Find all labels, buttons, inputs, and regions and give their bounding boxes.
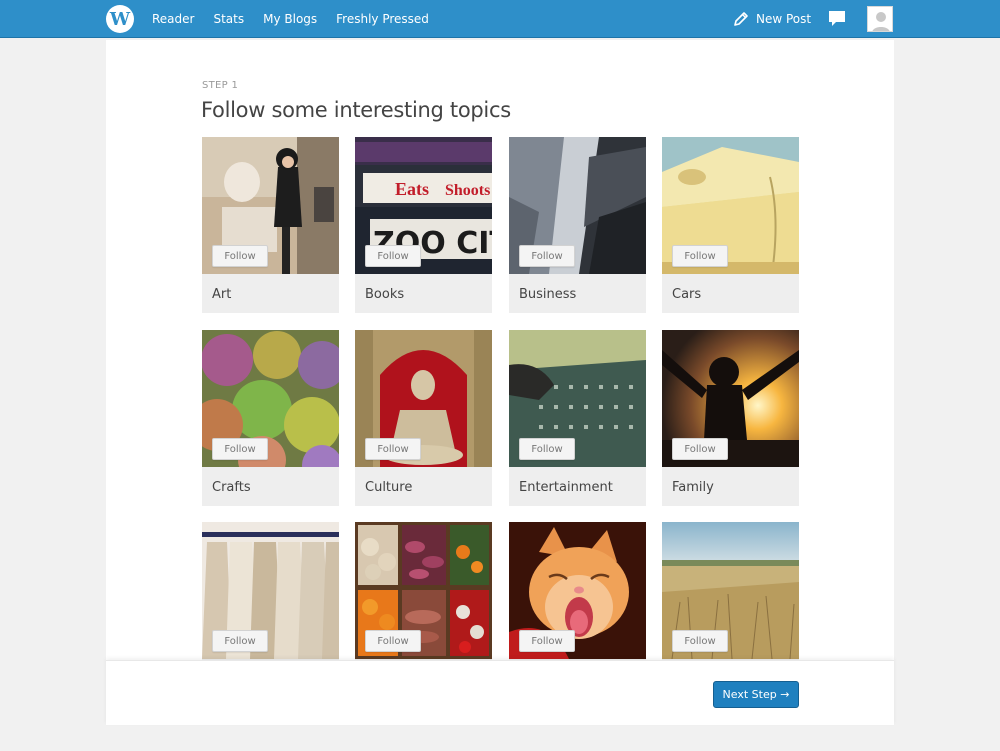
follow-button[interactable]: Follow <box>212 245 268 267</box>
step-label: STEP 1 <box>202 80 239 91</box>
topic-label: Crafts <box>212 480 251 495</box>
page-title: Follow some interesting topics <box>201 98 511 122</box>
avatar[interactable] <box>867 6 893 32</box>
new-post-button[interactable]: New Post <box>732 8 811 30</box>
follow-button[interactable]: Follow <box>365 245 421 267</box>
topic-label: Cars <box>672 287 702 302</box>
topic-tile[interactable]: Follow <box>355 522 492 661</box>
follow-button[interactable]: Follow <box>672 245 728 267</box>
follow-button[interactable]: Follow <box>519 438 575 460</box>
main-nav: Reader Stats My Blogs Freshly Pressed <box>152 0 429 38</box>
topic-tile-crafts[interactable]: Follow Crafts <box>202 330 339 506</box>
wordpress-logo-icon[interactable]: W <box>106 5 134 33</box>
topic-tile-art[interactable]: Follow Art <box>202 137 339 313</box>
topic-tile-family[interactable]: Follow Family <box>662 330 799 506</box>
topic-tile[interactable]: Follow <box>662 522 799 661</box>
pencil-icon <box>732 10 750 28</box>
topic-tile[interactable]: Follow <box>202 522 339 661</box>
topic-tile-business[interactable]: Follow Business <box>509 137 646 313</box>
follow-button[interactable]: Follow <box>212 438 268 460</box>
comment-icon[interactable] <box>828 10 846 28</box>
topic-label: Family <box>672 480 714 495</box>
topic-label: Entertainment <box>519 480 613 495</box>
nav-reader[interactable]: Reader <box>152 12 194 26</box>
new-post-label: New Post <box>756 12 812 26</box>
topic-tile-cars[interactable]: Follow Cars <box>662 137 799 313</box>
svg-text:Shoots: Shoots <box>445 182 490 199</box>
topic-tile[interactable]: Follow <box>509 522 646 661</box>
topic-label: Art <box>212 287 232 302</box>
topic-tile-entertainment[interactable]: Follow Entertainment <box>509 330 646 506</box>
top-bar: W Reader Stats My Blogs Freshly Pressed … <box>0 0 1000 38</box>
main-card: STEP 1 Follow some interesting topics Fo… <box>106 40 894 725</box>
topic-label: Culture <box>365 480 413 495</box>
svg-text:Eats: Eats <box>395 179 429 199</box>
topic-tile-books[interactable]: Eats Shoots ZOO CIT Follow Books <box>355 137 492 313</box>
nav-freshly-pressed[interactable]: Freshly Pressed <box>336 12 429 26</box>
follow-button[interactable]: Follow <box>212 630 268 652</box>
follow-button[interactable]: Follow <box>672 438 728 460</box>
follow-button[interactable]: Follow <box>365 630 421 652</box>
nav-stats[interactable]: Stats <box>213 12 244 26</box>
follow-button[interactable]: Follow <box>365 438 421 460</box>
topics-grid: Follow Art Eats Shoots ZOO CIT Follow Bo… <box>202 137 802 661</box>
next-step-button[interactable]: Next Step → <box>713 681 799 708</box>
topic-tile-culture[interactable]: Follow Culture <box>355 330 492 506</box>
topic-label: Business <box>519 287 577 302</box>
follow-button[interactable]: Follow <box>672 630 728 652</box>
follow-button[interactable]: Follow <box>519 245 575 267</box>
topic-label: Books <box>365 287 405 302</box>
nav-my-blogs[interactable]: My Blogs <box>263 12 317 26</box>
follow-button[interactable]: Follow <box>519 630 575 652</box>
footer-bar: Next Step → <box>106 660 894 725</box>
